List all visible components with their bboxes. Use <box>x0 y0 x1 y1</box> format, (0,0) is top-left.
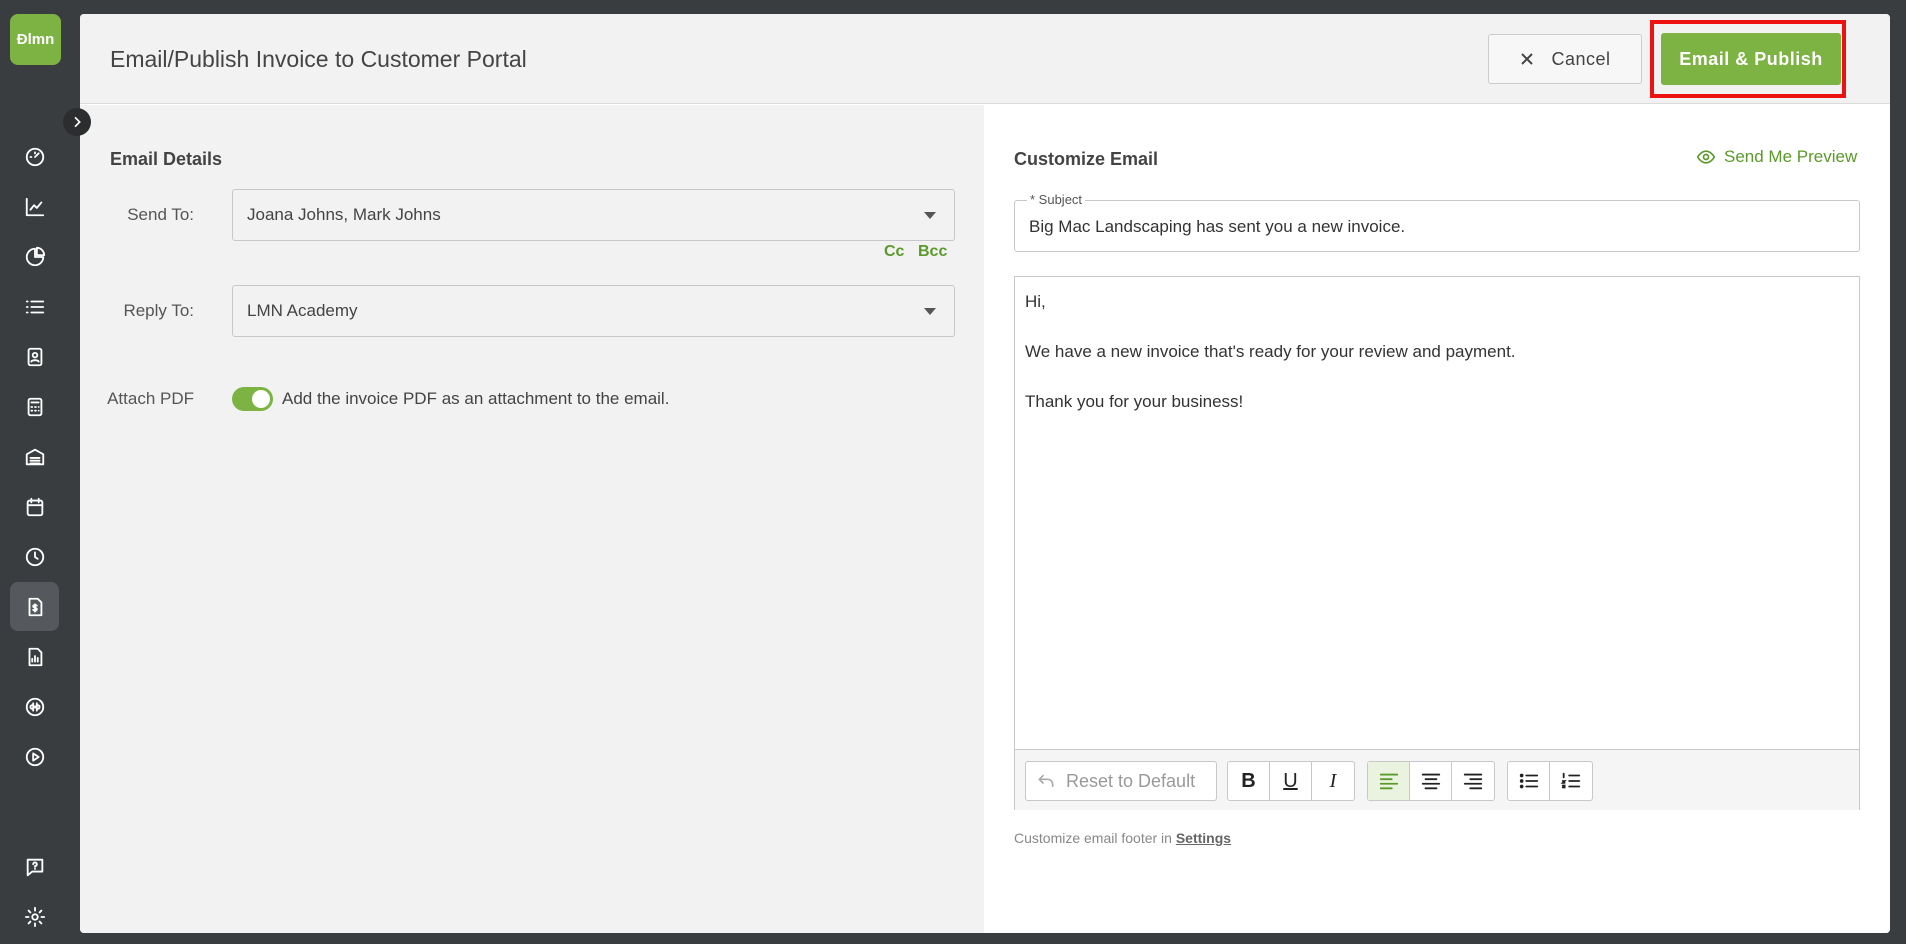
reply-to-label: Reply To: <box>123 301 194 320</box>
invoice-icon <box>28 597 42 616</box>
subject-field: * Subject <box>1014 192 1860 252</box>
dashboard-icon <box>25 147 44 166</box>
bullet-list-icon <box>1519 773 1538 789</box>
subject-input[interactable] <box>1029 217 1839 237</box>
toggle-knob <box>252 390 270 408</box>
align-left-icon <box>1379 773 1398 790</box>
pie-chart-icon <box>25 246 45 266</box>
sidebar-item-reports[interactable] <box>10 632 59 681</box>
sidebar-item-dashboard[interactable] <box>10 132 59 181</box>
chevron-down-icon <box>924 212 936 219</box>
align-left-button[interactable] <box>1368 762 1410 800</box>
editor-toolbar: Reset to Default B U I <box>1015 749 1859 810</box>
italic-button[interactable]: I <box>1312 762 1354 800</box>
underline-button[interactable]: U <box>1270 762 1312 800</box>
alignment-group <box>1367 761 1495 801</box>
align-center-icon <box>1421 773 1440 790</box>
bullet-list-button[interactable] <box>1508 762 1550 800</box>
customize-email-title: Customize Email <box>1014 149 1159 169</box>
calculator-icon <box>27 397 42 416</box>
sidebar-item-analytics[interactable] <box>10 182 59 231</box>
sidebar-item-inventory[interactable] <box>10 432 59 481</box>
reply-to-select[interactable]: LMN Academy <box>232 285 955 337</box>
attach-pdf-toggle[interactable] <box>232 387 273 411</box>
numbered-list-button[interactable] <box>1550 762 1592 800</box>
footer-note-text: Customize email footer in <box>1014 830 1172 846</box>
chevron-down-icon <box>924 308 936 315</box>
modal-title: Email/Publish Invoice to Customer Portal <box>110 46 527 72</box>
align-right-icon <box>1463 773 1483 790</box>
bold-button[interactable]: B <box>1228 762 1270 800</box>
send-me-preview-link[interactable]: Send Me Preview <box>1696 147 1857 167</box>
sidebar-item-help[interactable] <box>10 842 59 891</box>
email-body-editor: Hi, We have a new invoice that's ready f… <box>1014 276 1860 810</box>
reset-to-default-label: Reset to Default <box>1066 770 1196 791</box>
align-right-button[interactable] <box>1452 762 1494 800</box>
send-to-label: Send To: <box>127 205 194 224</box>
cc-link[interactable]: Cc <box>884 243 904 261</box>
cancel-button-label: Cancel <box>1551 48 1611 69</box>
text-style-group: B U I <box>1227 761 1355 801</box>
sidebar-item-training[interactable] <box>10 732 59 781</box>
email-publish-modal: Email/Publish Invoice to Customer Portal… <box>80 14 1890 933</box>
sidebar-item-contacts[interactable] <box>10 332 59 381</box>
sidebar-item-quickbooks[interactable] <box>10 682 59 731</box>
email-body-closing: Thank you for your business! <box>1025 392 1244 411</box>
sidebar-item-list[interactable] <box>10 282 59 331</box>
reset-to-default-button[interactable]: Reset to Default <box>1025 761 1217 801</box>
list-group <box>1507 761 1593 801</box>
chevron-right-icon <box>74 116 81 128</box>
help-icon <box>26 858 43 876</box>
close-icon <box>1521 53 1534 65</box>
play-icon <box>25 747 44 766</box>
quickbooks-icon <box>25 697 44 716</box>
eye-icon <box>1696 150 1716 164</box>
sidebar-item-reports-pie[interactable] <box>10 232 59 281</box>
sidebar-item-time[interactable] <box>10 532 59 581</box>
email-body-text[interactable]: Hi, We have a new invoice that's ready f… <box>1025 289 1849 439</box>
clock-icon <box>25 547 44 566</box>
customize-email-panel: Customize Email Send Me Preview * Subjec… <box>984 105 1890 933</box>
send-me-preview-label: Send Me Preview <box>1724 147 1858 166</box>
email-body-greeting: Hi, <box>1025 292 1046 311</box>
send-to-value: Joana Johns, Mark Johns <box>247 205 441 224</box>
email-body-line: We have a new invoice that's ready for y… <box>1025 342 1516 361</box>
send-to-select[interactable]: Joana Johns, Mark Johns <box>232 189 955 241</box>
sidebar-expand-button[interactable] <box>63 108 91 136</box>
app-sidebar: Ɖlmn <box>0 0 70 944</box>
modal-header: Email/Publish Invoice to Customer Portal… <box>80 14 1890 104</box>
email-details-panel: Email Details Send To: Joana Johns, Mark… <box>80 105 984 933</box>
app-logo[interactable]: Ɖlmn <box>10 14 61 65</box>
sidebar-item-estimates[interactable] <box>10 382 59 431</box>
footer-note: Customize email footer in Settings <box>1014 830 1231 846</box>
undo-icon <box>1038 774 1054 787</box>
contact-card-icon <box>27 347 42 366</box>
reply-to-value: LMN Academy <box>247 301 358 320</box>
attach-pdf-description: Add the invoice PDF as an attachment to … <box>282 389 670 408</box>
report-icon <box>28 647 42 666</box>
email-details-title: Email Details <box>110 149 223 169</box>
subject-label: * Subject <box>1027 192 1086 207</box>
numbered-list-icon <box>1560 772 1581 789</box>
sidebar-item-schedule[interactable] <box>10 482 59 531</box>
settings-link[interactable]: Settings <box>1176 830 1231 846</box>
chart-line-icon <box>25 197 44 216</box>
email-publish-button[interactable]: Email & Publish <box>1661 33 1841 85</box>
bcc-link[interactable]: Bcc <box>918 243 947 261</box>
list-icon <box>25 300 44 313</box>
sidebar-item-settings[interactable] <box>10 892 59 941</box>
attach-pdf-label: Attach PDF <box>107 389 194 408</box>
settings-gear-icon <box>24 906 45 927</box>
sidebar-item-invoices[interactable] <box>10 582 59 631</box>
cancel-button[interactable]: Cancel <box>1488 34 1642 84</box>
calendar-icon <box>26 497 43 516</box>
align-center-button[interactable] <box>1410 762 1452 800</box>
warehouse-icon <box>25 448 44 465</box>
